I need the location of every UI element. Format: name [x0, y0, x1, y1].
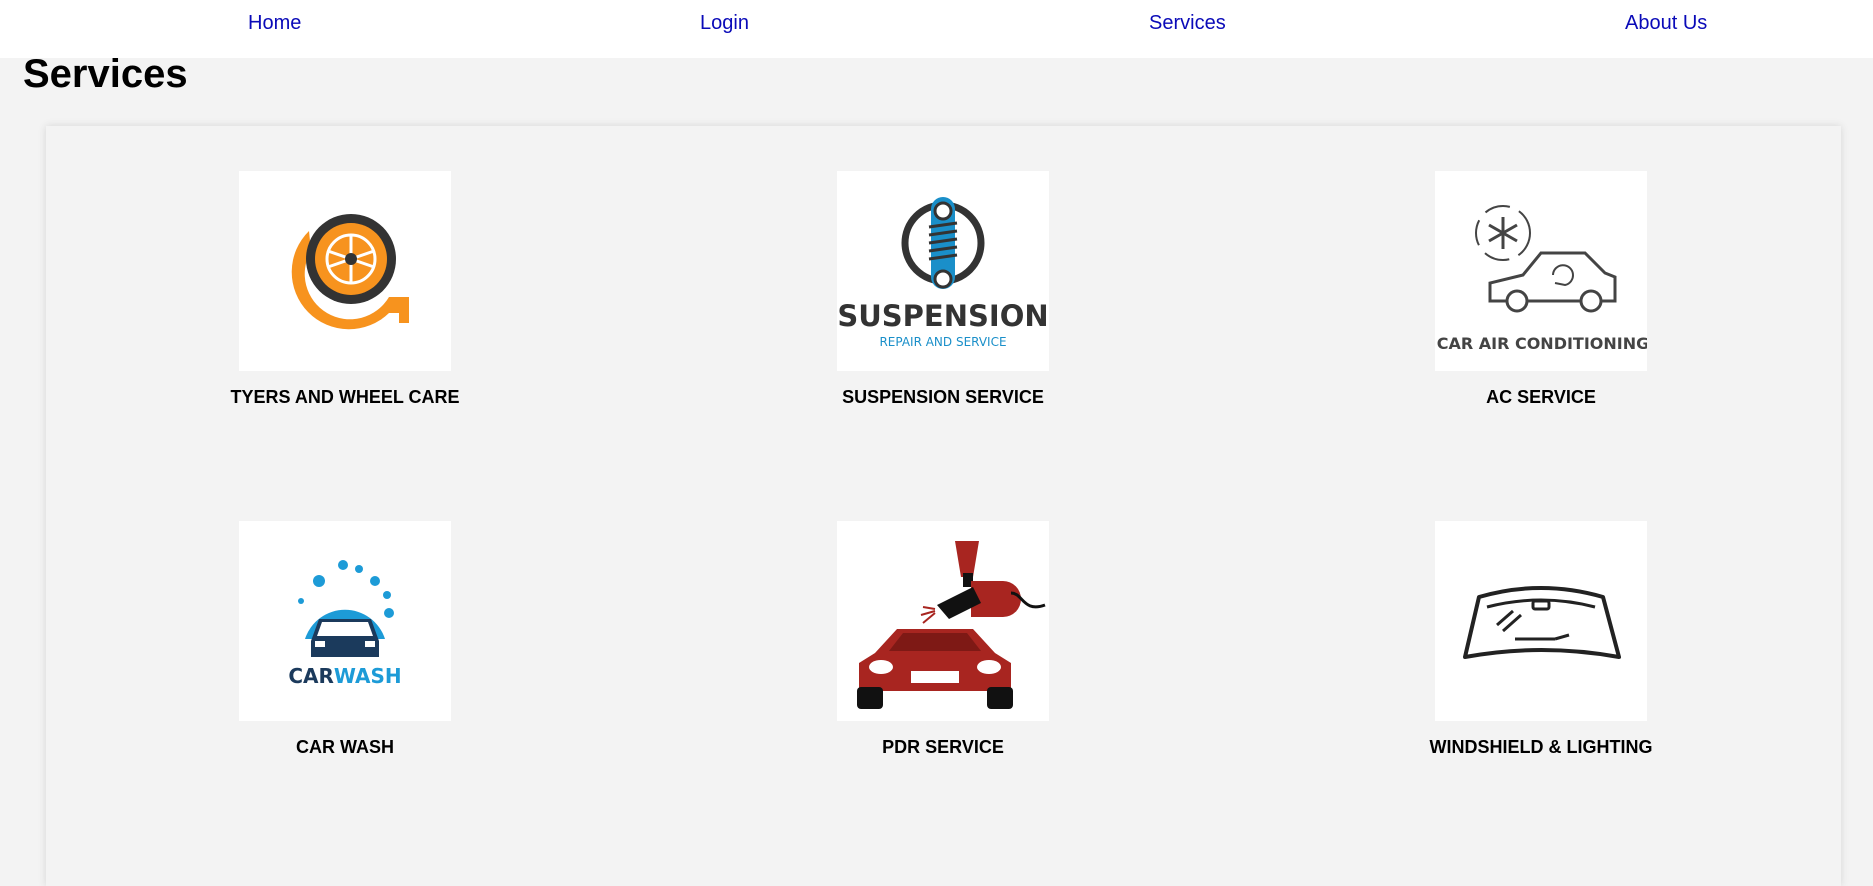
- top-nav: Home Login Services About Us: [0, 0, 1873, 58]
- service-name: SUSPENSION SERVICE: [842, 387, 1044, 407]
- service-image[interactable]: [239, 171, 451, 371]
- services-panel: TYERS AND WHEEL CARE SUSPENSION REPAIR A…: [46, 126, 1841, 886]
- carwash-logo-text-1: CAR: [288, 664, 334, 688]
- suspension-logo-text: SUSPENSION: [837, 299, 1048, 333]
- suspension-logo-subtext: REPAIR AND SERVICE: [879, 335, 1006, 349]
- windshield-icon: [1463, 586, 1621, 659]
- service-card-suspension[interactable]: SUSPENSION REPAIR AND SERVICE SUSPENSION…: [743, 171, 1143, 408]
- nav-services-link[interactable]: Services: [1149, 12, 1226, 35]
- service-card-pdr[interactable]: PDR SERVICE: [743, 521, 1143, 758]
- page-title: Services: [23, 52, 188, 96]
- service-card-windshield[interactable]: WINDSHIELD & LIGHTING: [1341, 521, 1741, 758]
- service-card-ac[interactable]: CAR AIR CONDITIONING AC SERVICE: [1341, 171, 1741, 408]
- car-wash-icon: CARWASH: [288, 560, 402, 688]
- service-card-tyres[interactable]: TYERS AND WHEEL CARE: [145, 171, 545, 408]
- nav-home-link[interactable]: Home: [248, 12, 301, 35]
- service-image[interactable]: CAR AIR CONDITIONING: [1435, 171, 1647, 371]
- service-card-car-wash[interactable]: CARWASH CAR WASH: [145, 521, 545, 758]
- ac-logo-text: CAR AIR CONDITIONING: [1437, 334, 1647, 353]
- suspension-icon: SUSPENSION REPAIR AND SERVICE: [837, 197, 1049, 349]
- paint-spray-car-icon: [857, 541, 1046, 709]
- svg-text:CARWASH: CARWASH: [288, 664, 401, 688]
- service-name: PDR SERVICE: [882, 737, 1004, 757]
- service-name: WINDSHIELD & LIGHTING: [1429, 737, 1653, 757]
- service-image[interactable]: SUSPENSION REPAIR AND SERVICE: [837, 171, 1049, 371]
- tyre-wrench-icon: [291, 214, 409, 330]
- service-image[interactable]: CARWASH: [239, 521, 451, 721]
- service-name: TYERS AND WHEEL CARE: [230, 387, 460, 407]
- service-image[interactable]: [837, 521, 1049, 721]
- nav-about-link[interactable]: About Us: [1625, 12, 1707, 35]
- car-ac-icon: CAR AIR CONDITIONING: [1437, 205, 1647, 353]
- service-name: AC SERVICE: [1486, 387, 1596, 407]
- service-name: CAR WASH: [296, 737, 394, 757]
- nav-login-link[interactable]: Login: [700, 12, 749, 35]
- carwash-logo-text-2: WASH: [334, 664, 402, 688]
- service-image[interactable]: [1435, 521, 1647, 721]
